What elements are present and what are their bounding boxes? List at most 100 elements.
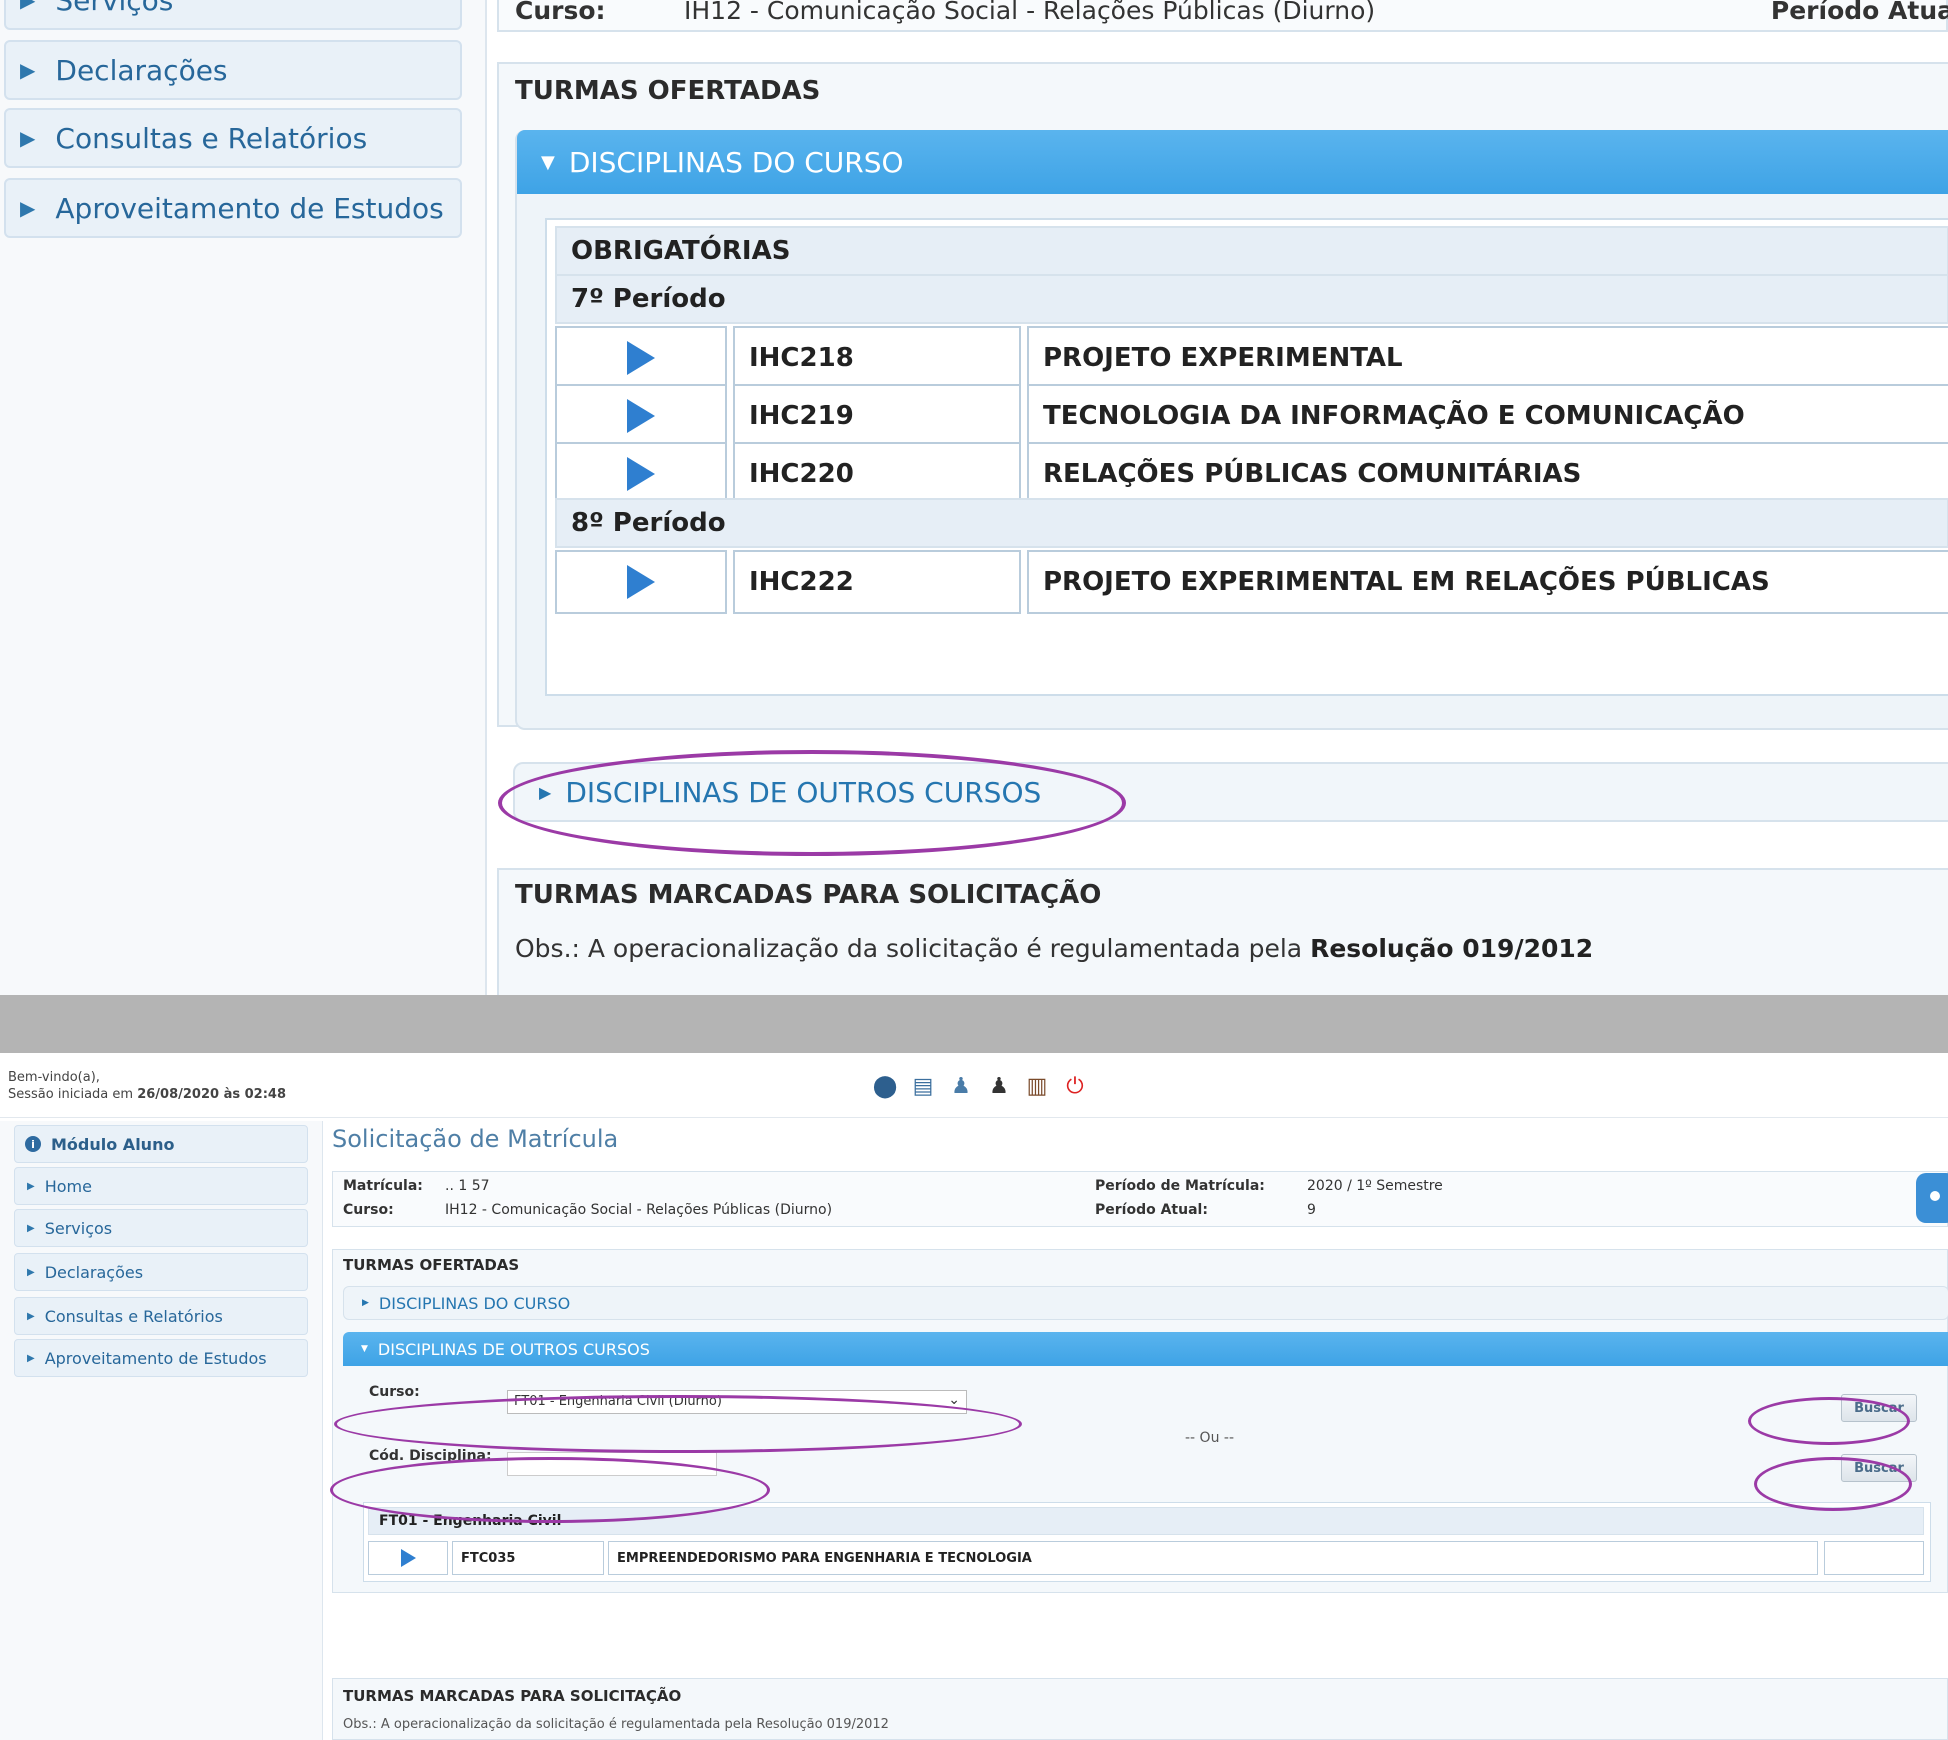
play-icon [627, 565, 655, 599]
matricula-label: Matrícula: [343, 1178, 423, 1194]
disciplinas-curso-panel: ▼ DISCIPLINAS DO CURSO OBRIGATÓRIAS 7º Pe… [515, 130, 1948, 730]
disciplinas-outros-cursos-header[interactable]: ▼ DISCIPLINAS DE OUTROS CURSOS [343, 1332, 1948, 1366]
turmas-ofertadas-section: TURMAS OFERTADAS ▼ DISCIPLINAS DO CURSO O… [497, 62, 1948, 730]
sidebar-item-label: Consultas e Relatórios [55, 121, 368, 155]
chevron-down-icon: ▼ [361, 1344, 368, 1354]
chevron-right-icon: ▶ [27, 1266, 35, 1278]
session-date: 26/08/2020 às 02:48 [137, 1087, 286, 1102]
books-icon[interactable]: ▥ [1024, 1073, 1050, 1099]
separator [0, 995, 1948, 1053]
sidebar-modulo-aluno[interactable]: i Módulo Aluno [14, 1125, 308, 1163]
sidebar-item-label: Home [44, 1176, 92, 1196]
sidebar-item-aproveitamento[interactable]: ▶ Aproveitamento de Estudos [4, 178, 462, 238]
welcome-text: Bem-vindo(a), Sessão iniciada em 26/08/2… [8, 1069, 286, 1103]
course-label: Curso: [515, 0, 606, 25]
select-disciplina-button[interactable] [368, 1541, 448, 1575]
sidebar-item-label: Serviços [44, 1218, 113, 1238]
sidebar-item-label: Aproveitamento de Estudos [44, 1348, 267, 1368]
disciplina-name: PROJETO EXPERIMENTAL EM RELAÇÕES PÚBLICA… [1027, 550, 1948, 614]
chevron-right-icon: ▶ [362, 1298, 369, 1308]
user-dark-icon[interactable]: ♟ [986, 1073, 1012, 1099]
periodo-7-header: 7º Período [555, 274, 1948, 324]
table-row: IHC220 RELAÇÕES PÚBLICAS COMUNITÁRIAS [555, 442, 1948, 506]
matricula-value: .. 1 57 [445, 1178, 490, 1194]
panel-title: DISCIPLINAS DO CURSO [568, 145, 904, 179]
sidebar-item-consultas[interactable]: ▶ Consultas e Relatórios [4, 108, 462, 168]
disciplina-code: IHC218 [733, 326, 1021, 390]
sidebar-item-servicos[interactable]: ▶ Serviços [14, 1209, 308, 1247]
disciplinas-table: OBRIGATÓRIAS 7º Período IHC218 PROJETO E… [545, 218, 1948, 696]
periodo-8-header: 8º Período [555, 498, 1948, 548]
course-info-bar: Curso: IH12 - Comunicação Social - Relaç… [497, 0, 1948, 32]
sidebar-item-label: Serviços [55, 0, 174, 17]
section-title: TURMAS OFERTADAS [515, 76, 821, 106]
sidebar-item-declaracoes[interactable]: ▶ Declarações [4, 40, 462, 100]
chevron-right-icon: ▶ [20, 0, 36, 12]
disciplina-name: TECNOLOGIA DA INFORMAÇÃO E COMUNICAÇÃO [1027, 384, 1948, 448]
obs-text: Obs.: A operacionalização da solicitação… [343, 1717, 889, 1732]
panel-title: DISCIPLINAS DO CURSO [378, 1293, 571, 1313]
select-disciplina-button[interactable] [555, 384, 727, 448]
chat-bubble-icon[interactable] [1916, 1173, 1948, 1223]
session-prefix: Sessão iniciada em [8, 1087, 138, 1102]
section-title: TURMAS MARCADAS PARA SOLICITAÇÃO [343, 1687, 682, 1705]
disciplinas-curso-header[interactable]: ▼ DISCIPLINAS DO CURSO [517, 130, 1948, 194]
chevron-right-icon: ▶ [20, 126, 36, 150]
chevron-right-icon: ▶ [20, 196, 36, 220]
sidebar: ▶ Serviços ▶ Declarações ▶ Consultas e Rela… [0, 0, 487, 995]
section-title: TURMAS MARCADAS PARA SOLICITAÇÃO [515, 880, 1102, 910]
play-icon [627, 341, 655, 375]
chevron-right-icon: ▶ [20, 58, 36, 82]
obs-prefix: Obs.: A operacionalização da solicitação… [515, 934, 1311, 963]
select-disciplina-button[interactable] [555, 550, 727, 614]
ou-separator: -- Ou -- [1185, 1430, 1234, 1446]
sidebar: i Módulo Aluno ▶ Home ▶ Serviços ▶ Declaraçõ… [0, 1121, 323, 1740]
logout-icon[interactable]: ⏻ [1062, 1073, 1088, 1099]
course-value: IH12 - Comunicação Social - Relações Púb… [684, 0, 1376, 25]
disciplina-code: FTC035 [452, 1541, 604, 1575]
play-icon [400, 1549, 416, 1567]
sidebar-item-label: Consultas e Relatórios [44, 1306, 223, 1326]
full-view: Bem-vindo(a), Sessão iniciada em 26/08/2… [0, 1053, 1948, 1740]
disciplina-code: IHC222 [733, 550, 1021, 614]
section-title: TURMAS OFERTADAS [343, 1256, 520, 1274]
play-icon [627, 399, 655, 433]
curso-label: Curso: [343, 1202, 394, 1218]
periodo-label: Período Atua [1770, 0, 1948, 25]
sidebar-item-declaracoes[interactable]: ▶ Declarações [14, 1253, 308, 1291]
chevron-down-icon: ▼ [541, 151, 555, 173]
home-icon[interactable]: ⬤ [872, 1073, 898, 1099]
user-icon[interactable]: ♟ [948, 1073, 974, 1099]
obs-text: Obs.: A operacionalização da solicitação… [515, 934, 1593, 963]
periodo-atual-label: Período Atual: [1095, 1202, 1208, 1218]
obrigatorias-header: OBRIGATÓRIAS [555, 226, 1948, 276]
chevron-right-icon: ▶ [27, 1222, 35, 1234]
annotation-ellipse [1748, 1397, 1910, 1445]
disciplina-name: PROJETO EXPERIMENTAL [1027, 326, 1948, 390]
periodo-atual-value: 9 [1307, 1202, 1316, 1218]
document-icon[interactable]: ▤ [910, 1073, 936, 1099]
chevron-right-icon: ▶ [27, 1310, 35, 1322]
disciplina-code: IHC219 [733, 384, 1021, 448]
panel-title: DISCIPLINAS DE OUTROS CURSOS [377, 1339, 650, 1359]
turmas-marcadas-section: TURMAS MARCADAS PARA SOLICITAÇÃO Obs.: A… [332, 1678, 1948, 1740]
sidebar-item-aproveitamento[interactable]: ▶ Aproveitamento de Estudos [14, 1339, 308, 1377]
sidebar-item-servicos[interactable]: ▶ Serviços [4, 0, 462, 30]
sidebar-item-consultas[interactable]: ▶ Consultas e Relatórios [14, 1297, 308, 1335]
disciplina-code: IHC220 [733, 442, 1021, 506]
sidebar-item-home[interactable]: ▶ Home [14, 1167, 308, 1205]
disciplinas-curso-header[interactable]: ▶ DISCIPLINAS DO CURSO [343, 1286, 1948, 1320]
annotation-ellipse [1754, 1457, 1912, 1511]
welcome-line: Bem-vindo(a), [8, 1070, 100, 1085]
sidebar-item-label: Aproveitamento de Estudos [55, 191, 444, 225]
session-line: Sessão iniciada em 26/08/2020 às 02:48 [8, 1086, 286, 1103]
select-disciplina-button[interactable] [555, 442, 727, 506]
disciplina-name: EMPREENDEDORISMO PARA ENGENHARIA E TECNO… [608, 1541, 1818, 1575]
periodo-matricula-value: 2020 / 1º Semestre [1307, 1178, 1443, 1194]
chevron-right-icon: ▶ [27, 1180, 35, 1192]
curso-field-label: Curso: [369, 1384, 420, 1400]
table-row: IHC218 PROJETO EXPERIMENTAL [555, 326, 1948, 390]
select-disciplina-button[interactable] [555, 326, 727, 390]
annotation-ellipse [330, 1457, 770, 1523]
page-title: Solicitação de Matrícula [332, 1125, 619, 1153]
